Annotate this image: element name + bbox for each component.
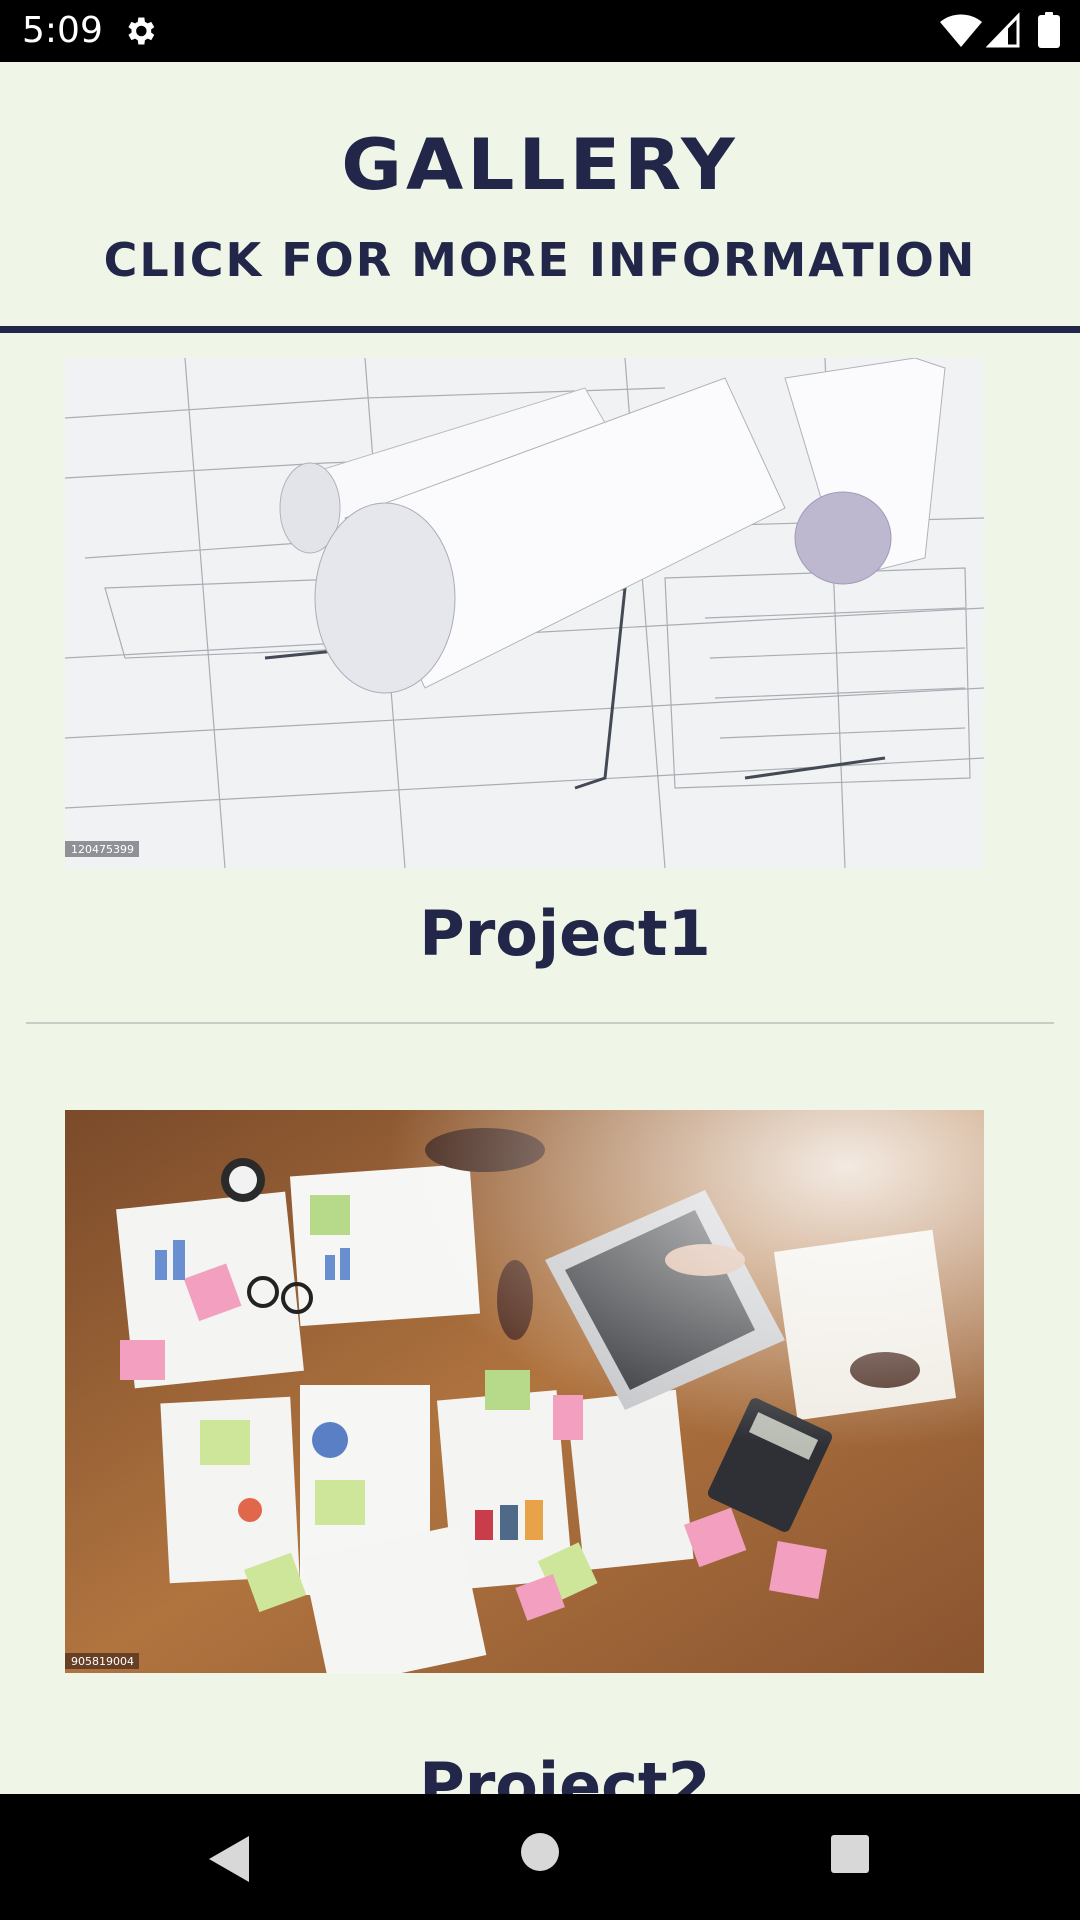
home-icon[interactable] bbox=[520, 1832, 560, 1872]
wifi-icon bbox=[940, 14, 982, 47]
navigation-bar bbox=[0, 1794, 1080, 1920]
image-id-label: 905819004 bbox=[71, 1655, 134, 1668]
office-desk-image: 905819004 bbox=[65, 1110, 984, 1673]
project1-title[interactable]: Project1 bbox=[0, 894, 1080, 974]
recents-icon[interactable] bbox=[830, 1834, 870, 1874]
header-divider bbox=[0, 326, 1080, 333]
project2-image[interactable]: 905819004 bbox=[65, 1110, 984, 1673]
status-time: 5:09 bbox=[22, 10, 103, 51]
screen: 5:09 GALLERY CLICK FOR MORE INFORMATION bbox=[0, 0, 1080, 1920]
status-bar: 5:09 bbox=[0, 0, 1080, 62]
back-icon[interactable] bbox=[205, 1834, 253, 1884]
page-subtitle: CLICK FOR MORE INFORMATION bbox=[103, 233, 977, 287]
signal-icon bbox=[986, 12, 1020, 48]
project1-image[interactable]: 120475399 bbox=[65, 358, 984, 868]
header: GALLERY CLICK FOR MORE INFORMATION bbox=[0, 62, 1080, 326]
page-title: GALLERY bbox=[341, 124, 739, 206]
battery-icon bbox=[1038, 12, 1060, 48]
blueprint-image: 120475399 bbox=[65, 358, 984, 868]
gallery-screen: GALLERY CLICK FOR MORE INFORMATION 12047… bbox=[0, 62, 1080, 1794]
item-divider bbox=[26, 1022, 1054, 1024]
image-id-label: 120475399 bbox=[71, 843, 134, 856]
project2-title[interactable]: Project2 bbox=[0, 1746, 1080, 1794]
gear-icon bbox=[128, 17, 155, 45]
